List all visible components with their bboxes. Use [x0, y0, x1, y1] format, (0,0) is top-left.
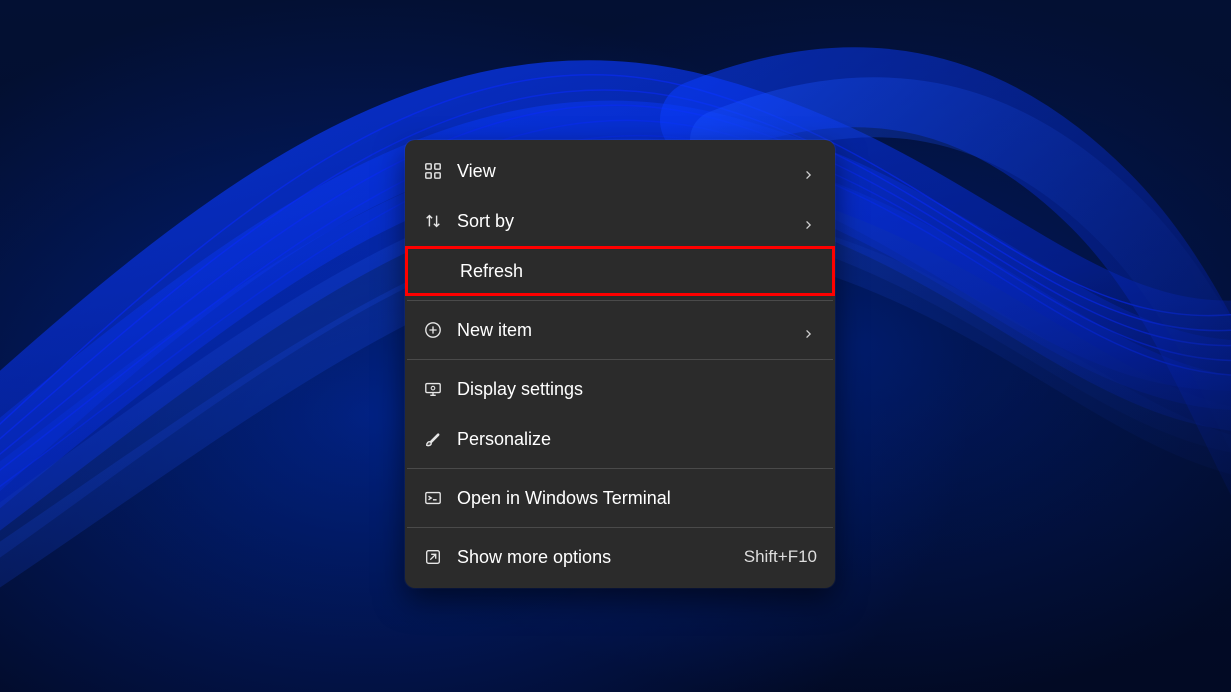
menu-separator — [407, 300, 833, 301]
menu-item-show-more-options[interactable]: Show more options Shift+F10 — [405, 532, 835, 582]
menu-item-open-terminal[interactable]: Open in Windows Terminal — [405, 473, 835, 523]
menu-item-label: Open in Windows Terminal — [457, 488, 817, 509]
menu-item-label: Show more options — [457, 547, 732, 568]
expand-icon — [423, 547, 443, 567]
plus-circle-icon — [423, 320, 443, 340]
menu-separator — [407, 527, 833, 528]
menu-item-display-settings[interactable]: Display settings — [405, 364, 835, 414]
sort-icon — [423, 211, 443, 231]
chevron-right-icon — [803, 164, 817, 178]
menu-item-label: Refresh — [460, 261, 814, 282]
menu-item-sort-by[interactable]: Sort by — [405, 196, 835, 246]
menu-item-label: View — [457, 161, 803, 182]
menu-item-label: Sort by — [457, 211, 803, 232]
chevron-right-icon — [803, 214, 817, 228]
desktop-context-menu: View Sort by Refresh N — [405, 140, 835, 588]
menu-item-shortcut: Shift+F10 — [744, 547, 817, 567]
menu-item-label: Display settings — [457, 379, 817, 400]
chevron-right-icon — [803, 323, 817, 337]
no-icon-spacer — [426, 261, 446, 281]
menu-item-refresh[interactable]: Refresh — [405, 246, 835, 296]
menu-separator — [407, 359, 833, 360]
menu-item-label: Personalize — [457, 429, 817, 450]
terminal-icon — [423, 488, 443, 508]
menu-item-view[interactable]: View — [405, 146, 835, 196]
menu-item-new-item[interactable]: New item — [405, 305, 835, 355]
brush-icon — [423, 429, 443, 449]
menu-separator — [407, 468, 833, 469]
view-icon — [423, 161, 443, 181]
menu-item-label: New item — [457, 320, 803, 341]
display-icon — [423, 379, 443, 399]
menu-item-personalize[interactable]: Personalize — [405, 414, 835, 464]
